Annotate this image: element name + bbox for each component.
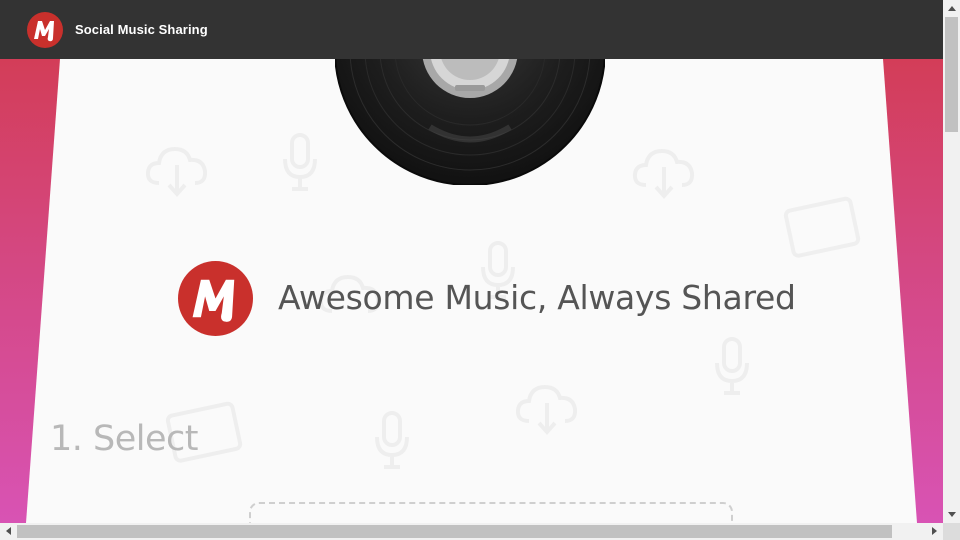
- scrollbar-corner: [943, 523, 960, 540]
- microphone-icon: [715, 337, 749, 395]
- scroll-up-arrow-icon[interactable]: [948, 6, 956, 11]
- vinyl-record-icon: [335, 59, 605, 185]
- scroll-right-arrow-icon[interactable]: [932, 527, 937, 535]
- top-bar: Social Music Sharing: [0, 0, 943, 59]
- scroll-left-arrow-icon[interactable]: [6, 527, 11, 535]
- music-m-logo-icon: [178, 260, 253, 336]
- tablet-icon: [783, 196, 861, 258]
- file-drop-zone[interactable]: [249, 502, 733, 523]
- hero-section: Awesome Music, Always Shared: [178, 260, 796, 336]
- vertical-scrollbar-thumb[interactable]: [945, 17, 958, 132]
- microphone-icon: [375, 411, 409, 469]
- page-viewport: Awesome Music, Always Shared 1. Select: [0, 59, 943, 523]
- step-title: 1. Select: [50, 419, 199, 459]
- hero-card: Awesome Music, Always Shared 1. Select: [26, 59, 917, 523]
- scroll-down-arrow-icon[interactable]: [948, 512, 956, 517]
- cloud-download-icon: [632, 148, 695, 200]
- cloud-download-icon: [515, 384, 578, 436]
- cloud-download-icon: [145, 146, 208, 198]
- microphone-icon: [283, 133, 317, 191]
- music-m-logo-icon[interactable]: [27, 12, 63, 48]
- app-title[interactable]: Social Music Sharing: [75, 22, 208, 37]
- hero-tagline: Awesome Music, Always Shared: [278, 278, 796, 317]
- horizontal-scrollbar-thumb[interactable]: [17, 525, 892, 538]
